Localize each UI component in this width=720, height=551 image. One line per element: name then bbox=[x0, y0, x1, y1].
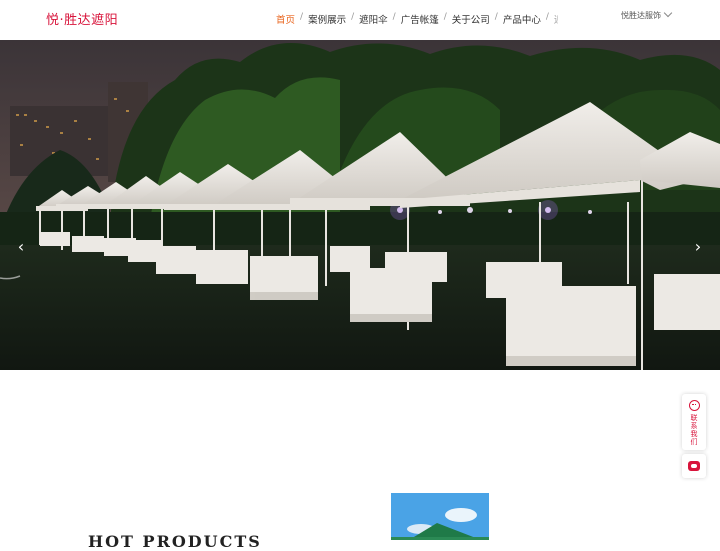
nav-separator: / bbox=[351, 12, 355, 22]
nav-item-products[interactable]: 产品中心 bbox=[503, 12, 541, 26]
wechat-button[interactable] bbox=[682, 454, 706, 478]
site-logo[interactable]: 悦·胜达遮阳 bbox=[46, 9, 118, 28]
brand-dropdown-label: 悦胜达服饰 bbox=[621, 11, 661, 20]
hero-prev-button[interactable]: ‹ bbox=[14, 236, 28, 258]
product-image[interactable] bbox=[391, 493, 489, 540]
nav-item-home[interactable]: 首页 bbox=[276, 12, 295, 26]
contact-us-label: 联系我们 bbox=[690, 414, 698, 446]
product-image[interactable] bbox=[492, 534, 630, 540]
nav-separator: / bbox=[392, 12, 396, 22]
brand-dropdown[interactable]: 悦胜达服饰 bbox=[621, 8, 673, 21]
wechat-icon bbox=[688, 461, 700, 471]
nav-item-cases[interactable]: 案例展示 bbox=[308, 12, 346, 26]
nav-item-about[interactable]: 关于公司 bbox=[452, 12, 490, 26]
chevron-down-icon bbox=[663, 8, 673, 18]
nav-overflow-fade bbox=[548, 10, 562, 30]
nav-separator: / bbox=[300, 12, 304, 22]
nav-item-ad-tents[interactable]: 广告帐篷 bbox=[401, 12, 439, 26]
hero-banner: ‹ › bbox=[0, 40, 720, 370]
nav-separator: / bbox=[443, 12, 447, 22]
nav-item-umbrellas[interactable]: 遮阳伞 bbox=[359, 12, 388, 26]
main-nav: 首页/案例展示/遮阳伞/广告帐篷/关于公司/产品中心/遮阳 bbox=[276, 12, 558, 28]
site-header: 悦·胜达遮阳 首页/案例展示/遮阳伞/广告帐篷/关于公司/产品中心/遮阳 悦胜达… bbox=[0, 0, 720, 40]
hot-products-title: HOT PRODUCTS bbox=[88, 532, 262, 551]
nav-separator: / bbox=[494, 12, 498, 22]
chat-icon bbox=[688, 400, 700, 411]
hero-photo-tents bbox=[0, 40, 720, 370]
contact-us-button[interactable]: 联系我们 bbox=[682, 394, 706, 450]
hero-next-button[interactable]: › bbox=[691, 236, 705, 258]
